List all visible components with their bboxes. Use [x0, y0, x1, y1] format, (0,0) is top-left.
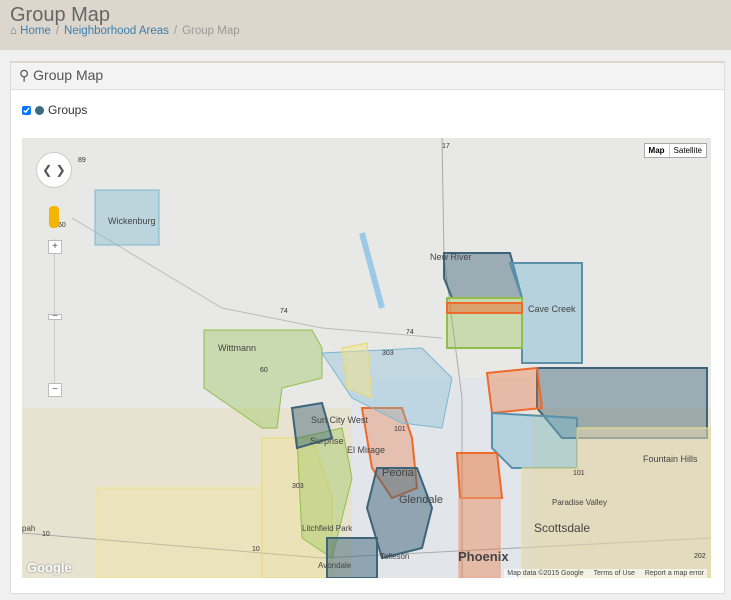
highway-shield: 101 [394, 426, 406, 433]
map-type-satellite-button[interactable]: Satellite [670, 144, 706, 157]
zoom-out-button[interactable]: − [48, 383, 62, 397]
place-label: Glendale [399, 494, 443, 506]
group-area[interactable] [485, 366, 544, 415]
panel-header: ⚲ Group Map [11, 63, 724, 90]
highway-shield: 202 [694, 553, 706, 560]
google-logo: Google [27, 560, 72, 575]
map-type-map-button[interactable]: Map [645, 144, 670, 157]
place-label: Scottsdale [534, 521, 590, 535]
place-label: Tolleson [380, 552, 409, 561]
terms-of-use-link[interactable]: Terms of Use [594, 570, 635, 577]
map-attribution: Map data ©2015 Google Terms of Use Repor… [504, 569, 707, 578]
breadcrumb: ⌂ Home / Neighborhood Areas / Group Map [10, 25, 240, 37]
report-map-error-link[interactable]: Report a map error [645, 570, 704, 577]
highway-shield: 303 [382, 350, 394, 357]
place-label: New River [430, 252, 472, 262]
groups-toggle[interactable]: Groups [22, 103, 87, 117]
zoom-slider-handle[interactable]: − [48, 312, 62, 322]
place-label: Avondale [318, 561, 352, 570]
map-data-credit: Map data ©2015 Google [507, 570, 584, 577]
place-label: Cave Creek [528, 304, 576, 314]
highway-shield: 89 [78, 157, 86, 164]
breadcrumb-home-label: Home [20, 25, 51, 37]
group-area[interactable] [491, 411, 578, 469]
map-marker-icon: ⚲ [19, 67, 30, 83]
page-title: Group Map [10, 4, 111, 26]
place-label: Surprise [310, 436, 344, 446]
place-label: Fountain Hills [643, 454, 698, 464]
highway-shield: 101 [573, 470, 585, 477]
place-label: Peoria [382, 467, 415, 479]
place-label: El Mirage [347, 445, 385, 455]
breadcrumb-current: Group Map [182, 25, 240, 37]
place-label: Litchfield Park [302, 524, 353, 533]
highway-shield: 60 [260, 367, 268, 374]
lake [359, 232, 385, 309]
breadcrumb-neighborhood-areas[interactable]: Neighborhood Areas [64, 25, 169, 37]
zoom-in-button[interactable]: + [48, 240, 62, 254]
groups-checkbox[interactable] [22, 105, 31, 115]
pan-control[interactable]: ❮ ❯ [36, 152, 72, 188]
highway-shield: 10 [42, 531, 50, 538]
groups-label: Groups [48, 103, 88, 117]
place-label: Paradise Valley [552, 498, 607, 507]
breadcrumb-home[interactable]: ⌂ Home [10, 25, 51, 37]
page-header: Group Map ⌂ Home / Neighborhood Areas / Grou… [0, 0, 731, 50]
highway-shield: 74 [280, 308, 288, 315]
group-area[interactable] [455, 452, 504, 499]
group-map-panel: ⚲ Group Map Groups Wickenburg New River … [10, 61, 725, 594]
highway-shield: 10 [252, 546, 260, 553]
place-label: Sun City West [311, 415, 368, 425]
street-view-pegman-icon[interactable] [49, 206, 59, 228]
place-label: Wittmann [218, 343, 256, 353]
group-area[interactable] [96, 487, 263, 578]
map-layer[interactable]: Wickenburg New River Cave Creek Wittmann… [22, 138, 711, 578]
highway-shield: 60 [58, 222, 66, 229]
group-area[interactable] [326, 537, 378, 578]
highway-shield: 17 [442, 143, 450, 150]
place-label: pah [22, 524, 35, 533]
highway-shield: 303 [292, 483, 304, 490]
panel-title: Group Map [33, 67, 104, 83]
map-type-control: Map Satellite [643, 143, 707, 158]
group-area[interactable] [446, 302, 523, 314]
place-label: Wickenburg [108, 216, 156, 226]
map-canvas[interactable]: Wickenburg New River Cave Creek Wittmann… [22, 138, 711, 578]
groups-color-dot [35, 105, 44, 115]
home-icon: ⌂ [10, 25, 17, 37]
highway-shield: 74 [406, 329, 414, 336]
group-area[interactable] [458, 497, 501, 578]
place-label: Phoenix [458, 549, 509, 564]
